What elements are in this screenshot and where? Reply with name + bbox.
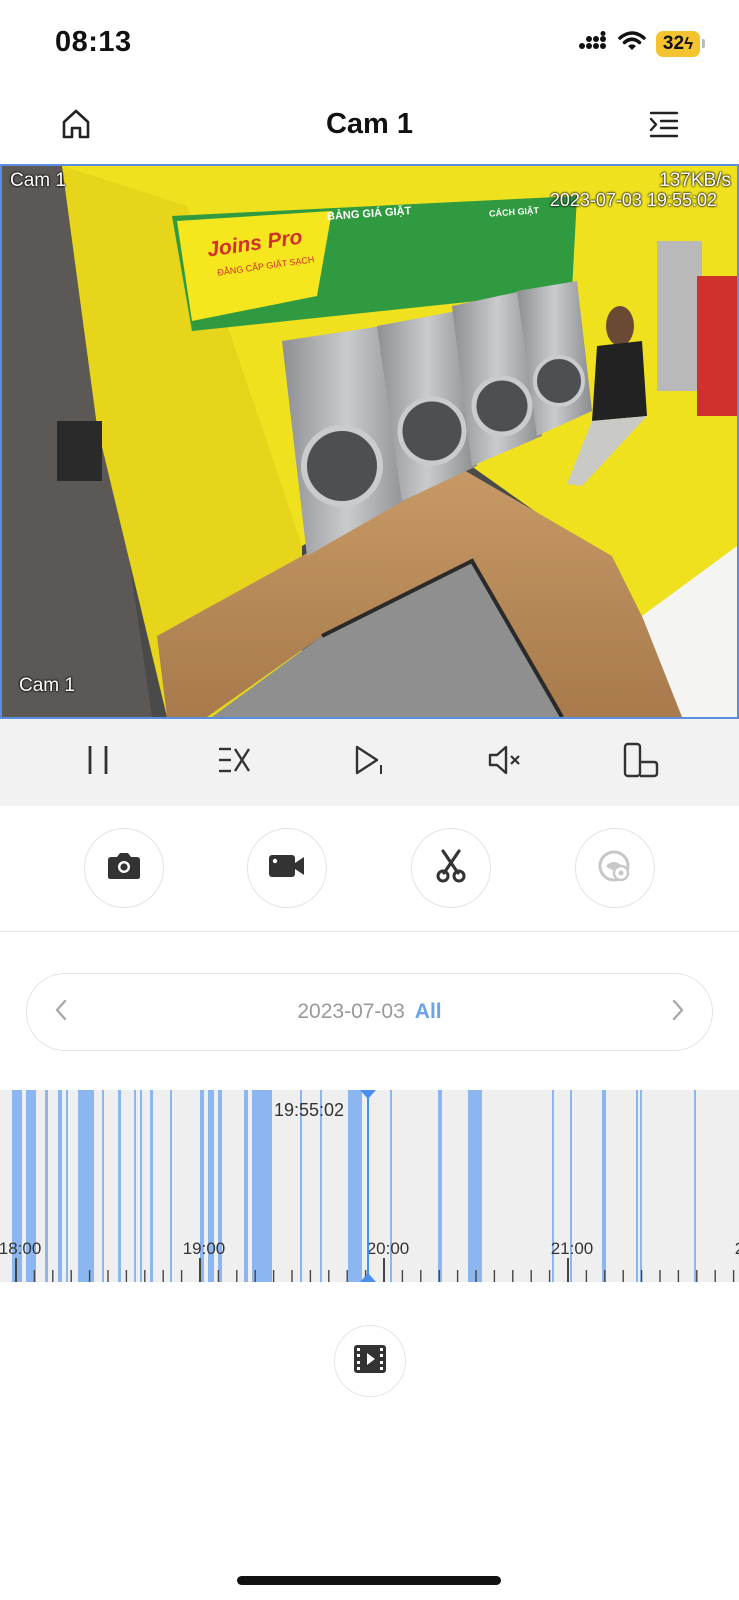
event-filter[interactable]: All [415,1000,442,1023]
video-player[interactable]: Cam 1 137KB/s 2023-07-03 19:55:02 Cam 1 … [0,164,739,719]
recording-segment [252,1090,262,1282]
cursor-bottom-marker [360,1273,376,1282]
recording-segment [244,1090,248,1282]
eye-shield-icon [598,849,632,888]
recording-segment [45,1090,48,1282]
nav-bar: Cam 1 [0,88,739,164]
next-date-button[interactable] [670,998,686,1027]
clip-list-button[interactable] [334,1325,406,1397]
scissors-icon [436,848,466,888]
mute-button[interactable] [477,735,533,791]
recording-segment [150,1090,153,1282]
speed-x-icon [217,745,251,780]
status-time: 08:13 [55,26,132,58]
snapshot-button[interactable] [84,828,164,908]
pause-button[interactable] [70,735,126,791]
recording-timeline[interactable]: 18:00 19:00 20:00 21:00 22:00 19:55:02 [0,1090,739,1282]
play-frame-button[interactable] [341,735,397,791]
tick-label: 21:00 [551,1239,594,1258]
timeline-current-time: 19:55:02 [274,1100,345,1120]
tick-label: 19:00 [183,1239,226,1258]
play-step-icon [353,744,385,781]
recording-segment [134,1090,136,1282]
recording-segment [438,1090,442,1282]
recording-segment [78,1090,94,1282]
rotate-phone-icon [622,742,660,783]
page-title: Cam 1 [325,108,414,140]
recording-segment [66,1090,68,1282]
video-camera-icon [268,853,306,884]
osd-camera-name-bottom: Cam 1 [19,675,75,696]
camera-playback-screen: 08:13 32 ϟ Cam 1 Cam 1 137KB/s 2023-07-0… [0,0,739,1600]
film-strip-icon [353,1344,387,1379]
osd-camera-name: Cam 1 [10,170,66,191]
chevron-left-icon [55,999,67,1020]
wifi-icon [618,30,646,57]
osd-bitrate: 137KB/s [659,170,731,191]
speaker-mute-icon [487,744,523,781]
action-buttons [0,828,739,910]
recording-segment [170,1090,172,1282]
recording-segment [694,1090,696,1282]
section-divider [0,931,739,932]
playback-control-bar [0,719,739,806]
camera-icon [106,852,142,885]
recording-segment [58,1090,62,1282]
video-frame [2,166,737,717]
list-menu-icon [648,109,680,144]
tick-label: 20:00 [367,1239,410,1258]
menu-button[interactable] [640,102,688,150]
recording-segment [348,1090,362,1282]
prev-date-button[interactable] [53,998,69,1027]
recording-segment [140,1090,142,1282]
rotate-screen-button[interactable] [613,735,669,791]
tick-label: 18:00 [0,1239,41,1258]
recording-segment [102,1090,104,1282]
recording-segment [262,1090,272,1282]
recording-segment [468,1090,482,1282]
recording-segment [602,1090,606,1282]
clip-button[interactable] [411,828,491,908]
privacy-button[interactable] [575,828,655,908]
osd-timestamp: 2023-07-03 19:55:02 [549,190,717,210]
timeline-canvas[interactable]: 18:00 19:00 20:00 21:00 22:00 [0,1090,739,1282]
record-button[interactable] [247,828,327,908]
battery-level: 32 [662,32,685,54]
recording-segment [118,1090,121,1282]
recording-segment [636,1090,638,1282]
signal-icon [578,31,608,56]
selected-date: 2023-07-03 [297,1000,405,1023]
date-selector: 2023-07-03 All [26,973,713,1051]
status-icons: 32 ϟ [578,30,705,57]
home-indicator [237,1576,501,1585]
chevron-right-icon [672,999,684,1020]
speed-button[interactable] [206,735,262,791]
date-display[interactable]: 2023-07-03 All [297,1000,441,1024]
battery-charging-icon: 32 ϟ [656,30,705,57]
pause-icon [83,743,113,782]
tick-label: 22:00 [735,1239,739,1258]
cursor-top-marker [360,1090,376,1099]
status-bar: 08:13 32 ϟ [0,0,739,80]
recording-segment [640,1090,642,1282]
